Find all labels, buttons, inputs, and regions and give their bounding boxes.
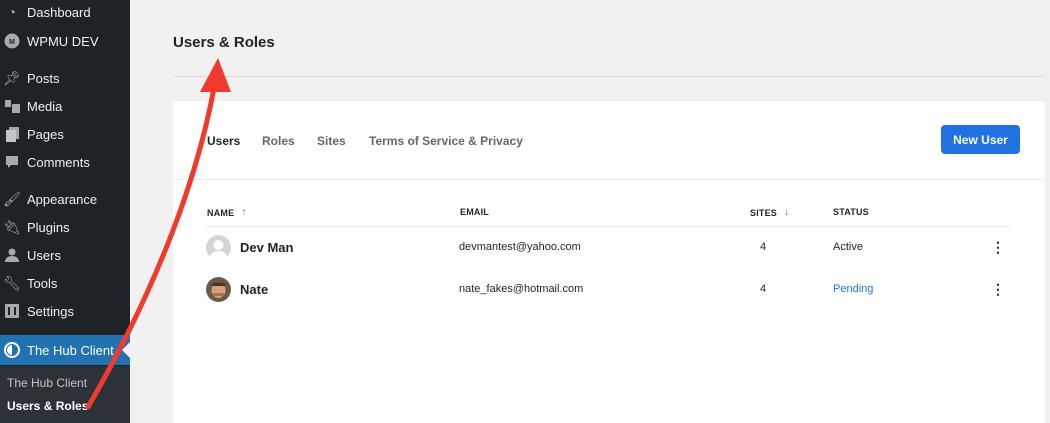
active-menu-indicator (122, 342, 130, 358)
pin-icon: 📌︎ (3, 69, 21, 86)
user-name: Nate (240, 282, 269, 297)
sidebar-item-label: WPMU DEV (27, 33, 99, 49)
new-user-button[interactable]: New User (941, 125, 1020, 154)
sidebar-item-label: Users (27, 247, 61, 263)
column-header-label: EMAIL (460, 207, 489, 217)
sidebar-item-posts[interactable]: 📌︎ Posts (0, 64, 130, 92)
sidebar-submenu: The Hub Client Users & Roles (0, 366, 130, 423)
column-header-email: EMAIL (460, 207, 489, 217)
sort-ascending-icon: ↑ (241, 207, 247, 218)
sidebar-item-plugins[interactable]: 🔌︎ Plugins (0, 213, 130, 241)
user-icon (4, 247, 20, 263)
user-name: Dev Man (240, 240, 294, 255)
sidebar-item-label: The Hub Client (27, 342, 114, 358)
avatar (206, 235, 231, 260)
more-options-icon[interactable]: ⋮ (991, 280, 1005, 298)
user-status: Pending (833, 283, 874, 295)
page-title: Users & Roles (173, 34, 275, 51)
sidebar-item-label: Dashboard (27, 4, 91, 20)
column-header-name[interactable]: NAME ↑ (207, 207, 247, 218)
sidebar-item-label: Pages (27, 126, 64, 142)
submenu-item-users-roles[interactable]: Users & Roles (7, 399, 88, 413)
column-header-label: NAME (207, 207, 235, 218)
more-options-icon[interactable]: ⋮ (991, 238, 1005, 256)
media-icon (4, 98, 20, 114)
user-sites-count: 4 (760, 283, 767, 295)
sidebar-item-media[interactable]: Media (0, 92, 130, 120)
sidebar-item-tools[interactable]: 🔧︎ Tools (0, 269, 130, 297)
sidebar-item-wpmudev[interactable]: M WPMU DEV (0, 27, 130, 55)
pages-icon (4, 126, 20, 142)
users-card: Users Roles Sites Terms of Service & Pri… (173, 101, 1045, 423)
sidebar-item-label: Comments (27, 154, 90, 170)
sidebar-item-comments[interactable]: Comments (0, 148, 130, 176)
sort-descending-icon: ↓ (784, 207, 790, 218)
sidebar-item-label: Posts (27, 70, 60, 86)
user-email: nate_fakes@hotmail.com (459, 283, 584, 295)
sidebar-item-settings[interactable]: Settings (0, 297, 130, 325)
svg-text:M: M (9, 39, 15, 46)
sidebar-item-appearance[interactable]: 🖌︎ Appearance (0, 185, 130, 213)
wrench-icon: 🔧︎ (3, 274, 21, 291)
user-email: devmantest@yahoo.com (459, 241, 581, 253)
sidebar-item-label: Tools (27, 275, 58, 291)
plugin-icon: 🔌︎ (3, 218, 21, 235)
sidebar-item-label: Plugins (27, 219, 70, 235)
sidebar-item-label: Media (27, 98, 63, 114)
user-sites-count: 4 (760, 241, 767, 253)
user-status: Active (833, 241, 863, 253)
admin-sidebar: ◔ Dashboard M WPMU DEV 📌︎ Posts Media Pa… (0, 0, 130, 423)
table-row: Nate nate_fakes@hotmail.com 4 Pending ⋮ (173, 271, 1045, 307)
tab-sites[interactable]: Sites (317, 134, 346, 148)
settings-icon (4, 303, 20, 319)
tab-terms-privacy[interactable]: Terms of Service & Privacy (369, 134, 523, 148)
tabs-divider (173, 179, 1045, 180)
avatar (206, 277, 231, 302)
column-header-sites[interactable]: SITES ↓ (750, 207, 789, 218)
sidebar-item-pages[interactable]: Pages (0, 120, 130, 148)
brush-icon: 🖌︎ (3, 190, 21, 207)
submenu-item-the-hub-client[interactable]: The Hub Client (7, 376, 87, 390)
hub-icon (4, 342, 20, 358)
tab-users[interactable]: Users (207, 134, 240, 148)
sidebar-item-label: Appearance (27, 191, 98, 207)
column-header-label: SITES (750, 207, 778, 218)
sidebar-item-dashboard[interactable]: ◔ Dashboard (0, 0, 130, 26)
wpmudev-icon: M (4, 33, 20, 49)
comment-icon (4, 154, 20, 170)
table-header-divider (205, 226, 1011, 227)
tab-roles[interactable]: Roles (262, 134, 295, 148)
sidebar-item-label: Settings (27, 303, 74, 319)
column-header-status: STATUS (833, 207, 869, 217)
dashboard-icon: ◔ (7, 4, 17, 20)
table-row: Dev Man devmantest@yahoo.com 4 Active ⋮ (173, 229, 1045, 265)
column-header-label: STATUS (833, 207, 869, 217)
sidebar-item-users[interactable]: Users (0, 241, 130, 269)
sidebar-item-the-hub-client[interactable]: The Hub Client (0, 335, 130, 365)
header-divider (173, 76, 1045, 77)
